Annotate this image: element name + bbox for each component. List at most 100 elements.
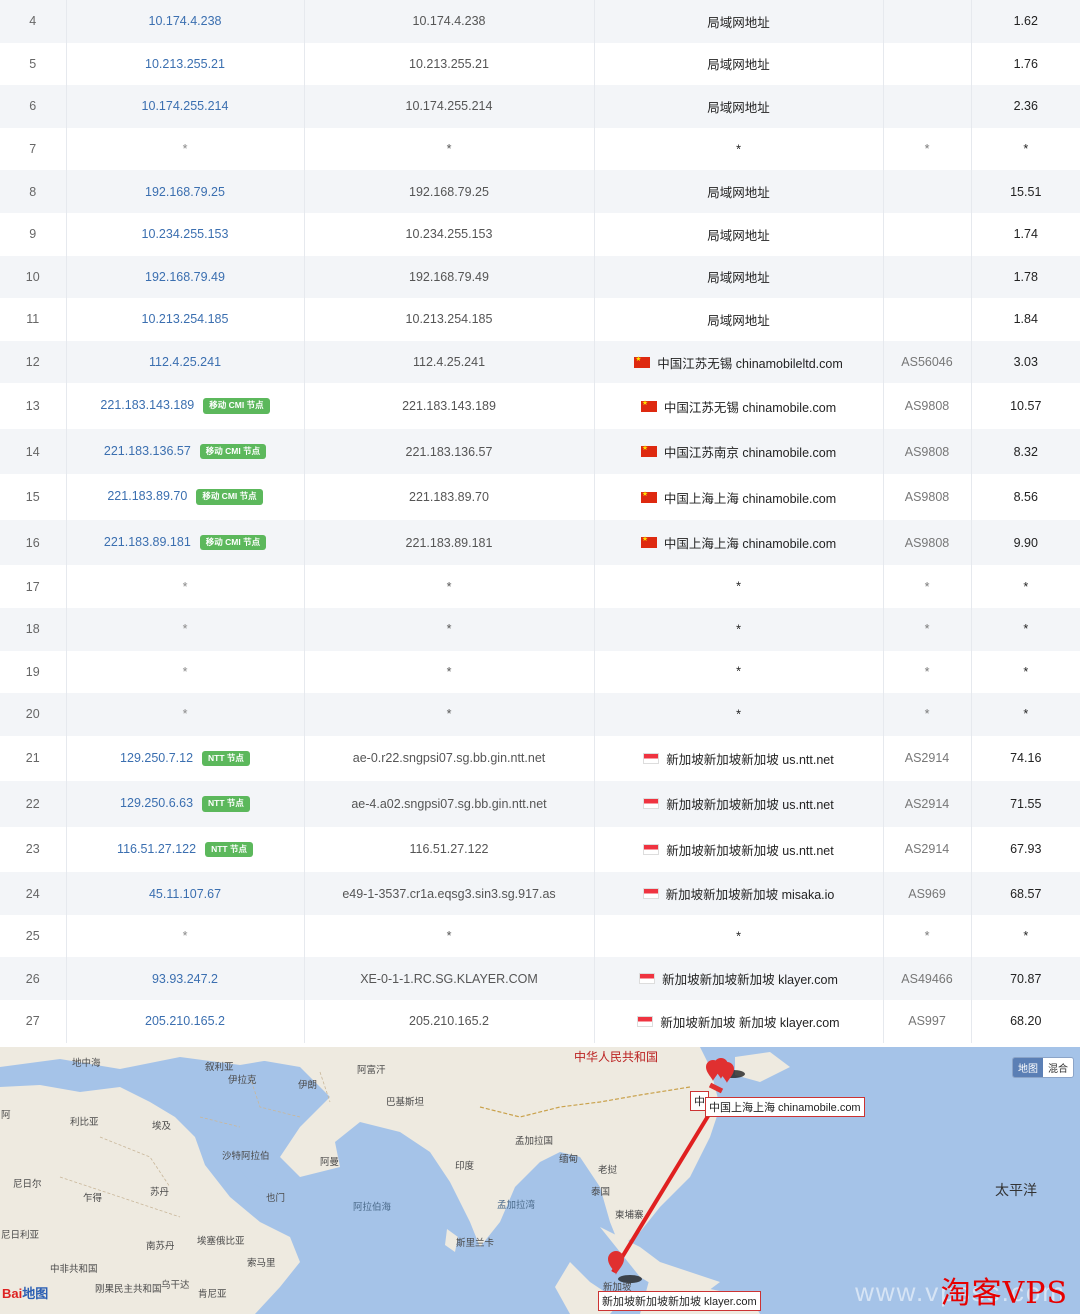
hop-asn: * [883, 127, 972, 171]
route-map[interactable]: 中华人民共和国 地中海 叙利亚 伊拉克 伊朗 阿富汗 巴基斯坦 阿 利比亚 埃及… [0, 1047, 1080, 1314]
hop-rtt: * [971, 607, 1080, 651]
hop-ip-link[interactable]: 129.250.6.63 [120, 796, 193, 810]
hop-rtt: 2.36 [971, 85, 1080, 128]
hop-asn [883, 255, 972, 299]
hop-number: 26 [0, 957, 67, 1000]
hop-asn [883, 170, 972, 213]
hop-geo: 新加坡新加坡新加坡 us.ntt.net [666, 752, 834, 767]
hop-geo: 中国江苏无锡 chinamobileltd.com [657, 356, 843, 371]
hop-ip-cell: 10.174.4.238 [66, 0, 305, 43]
map-label-cambodia: 柬埔寨 [615, 1210, 644, 1221]
hop-rtt: 1.84 [971, 298, 1080, 341]
hop-hostname: 221.183.143.189 [304, 383, 595, 429]
hop-rtt: * [971, 914, 1080, 958]
hop-geo: 局域网地址 [707, 186, 770, 201]
hop-ip-link[interactable]: 221.183.143.189 [100, 398, 194, 412]
hop-asn [883, 0, 972, 43]
hop-number: 18 [0, 607, 67, 651]
hop-ip-link[interactable]: 45.11.107.67 [149, 887, 221, 901]
map-label-pakistan: 巴基斯坦 [386, 1097, 425, 1108]
hop-geo-cell: * [594, 914, 884, 958]
hop-number: 22 [0, 781, 67, 827]
node-badge: 移动 CMI 节点 [196, 489, 263, 505]
table-row: 26 93.93.247.2 XE-0-1-1.RC.SG.KLAYER.COM 新加… [0, 957, 1080, 1000]
hop-ip-cell: 192.168.79.25 [66, 170, 305, 213]
map-label-pacific: 太平洋 [995, 1182, 1037, 1198]
hop-geo: * [736, 579, 741, 594]
hop-geo-cell: 局域网地址 [594, 170, 884, 213]
map-type-toggle[interactable]: 地图 混合 [1012, 1057, 1074, 1078]
table-row: 24 45.11.107.67 e49-1-3537.cr1a.eqsg3.sin3… [0, 872, 1080, 915]
hop-rtt: 10.57 [971, 383, 1080, 429]
hop-geo: 中国江苏无锡 chinamobile.com [663, 400, 837, 415]
hop-geo: 新加坡新加坡 新加坡 klayer.com [660, 1015, 840, 1030]
table-row: 27 205.210.165.2 205.210.165.2 新加坡新加坡 新加坡 k… [0, 1000, 1080, 1043]
map-base [0, 1047, 790, 1314]
hop-ip-link[interactable]: 221.183.136.57 [104, 444, 191, 458]
map-label-bay-of-bengal: 孟加拉湾 [497, 1200, 536, 1211]
hop-asn [883, 85, 972, 128]
hop-ip-link[interactable]: 10.174.255.214 [142, 99, 229, 113]
hop-rtt: * [971, 650, 1080, 694]
hop-geo-cell: 中国上海上海 chinamobile.com [594, 519, 884, 566]
hop-ip-link[interactable]: 10.213.254.185 [142, 312, 229, 326]
hop-ip-link[interactable]: 93.93.247.2 [152, 972, 218, 986]
hop-rtt: 3.03 [971, 340, 1080, 384]
hop-ip-link[interactable]: 221.183.89.181 [104, 535, 191, 549]
table-row: 21 129.250.7.12 NTT 节点 ae-0.r22.sngpsi07.sg… [0, 735, 1080, 782]
map-type-hybrid-button[interactable]: 混合 [1043, 1058, 1073, 1077]
hop-ip-link: * [182, 664, 188, 679]
hop-ip-cell: * [66, 914, 305, 958]
hop-ip-cell: 205.210.165.2 [66, 1000, 305, 1043]
hop-ip-link: * [182, 929, 188, 944]
hop-rtt: * [971, 565, 1080, 608]
map-label-yemen: 也门 [266, 1193, 286, 1204]
hop-ip-link: * [182, 707, 188, 722]
hop-ip-link[interactable]: 192.168.79.25 [145, 185, 225, 199]
hop-geo-cell: * [594, 127, 884, 171]
hop-geo-cell: 中国江苏无锡 chinamobileltd.com [594, 340, 884, 384]
hop-rtt: 68.57 [971, 872, 1080, 915]
map-label-somalia: 索马里 [247, 1258, 276, 1269]
singapore-flag-icon [642, 888, 659, 900]
hop-ip-cell: 129.250.7.12 NTT 节点 [66, 735, 305, 782]
hop-ip-link[interactable]: 192.168.79.49 [145, 270, 225, 284]
hop-ip-cell: * [66, 693, 305, 736]
hop-geo-cell: * [594, 650, 884, 694]
hop-ip-link[interactable]: 10.174.4.238 [149, 14, 222, 28]
node-badge: NTT 节点 [202, 796, 250, 812]
map-label-sri-lanka: 斯里兰卡 [456, 1238, 495, 1249]
hop-ip-link[interactable]: 129.250.7.12 [120, 751, 193, 765]
hop-hostname: ae-0.r22.sngpsi07.sg.bb.gin.ntt.net [304, 735, 595, 782]
hop-ip-link[interactable]: 221.183.89.70 [107, 489, 187, 503]
hop-number: 19 [0, 650, 67, 694]
hop-ip-link[interactable]: 205.210.165.2 [145, 1014, 225, 1028]
hop-ip-link[interactable]: 116.51.27.122 [117, 842, 196, 856]
hop-hostname: 10.234.255.153 [304, 212, 595, 256]
hop-rtt: 1.74 [971, 212, 1080, 256]
hop-hostname: 116.51.27.122 [304, 826, 595, 873]
hop-geo: * [736, 665, 741, 680]
map-label-iran: 伊朗 [298, 1080, 318, 1091]
singapore-flag-icon [639, 973, 656, 985]
hop-hostname: ae-4.a02.sngpsi07.sg.bb.gin.ntt.net [304, 781, 595, 827]
map-type-map-button[interactable]: 地图 [1013, 1058, 1043, 1077]
hop-ip-cell: 45.11.107.67 [66, 872, 305, 915]
hop-number: 5 [0, 42, 67, 86]
hop-number: 9 [0, 212, 67, 256]
baidu-map-logo[interactable]: Bai地图 [2, 1283, 48, 1302]
table-row: 23 116.51.27.122 NTT 节点 116.51.27.122 新加坡新加坡… [0, 826, 1080, 873]
node-badge: NTT 节点 [202, 750, 250, 767]
map-label-mediterranean: 地中海 [72, 1058, 101, 1069]
hop-geo-cell: * [594, 607, 884, 651]
hop-number: 21 [0, 735, 67, 782]
hop-number: 8 [0, 170, 67, 213]
hop-geo: 局域网地址 [707, 228, 770, 243]
hop-ip-link[interactable]: 10.234.255.153 [142, 227, 229, 241]
hop-ip-link[interactable]: 10.213.255.21 [145, 57, 225, 71]
china-flag-icon [640, 489, 657, 503]
hop-number: 25 [0, 914, 67, 958]
hop-asn: AS9808 [883, 474, 972, 520]
hop-ip-link[interactable]: 112.4.25.241 [149, 355, 221, 369]
china-flag-icon [640, 534, 657, 549]
